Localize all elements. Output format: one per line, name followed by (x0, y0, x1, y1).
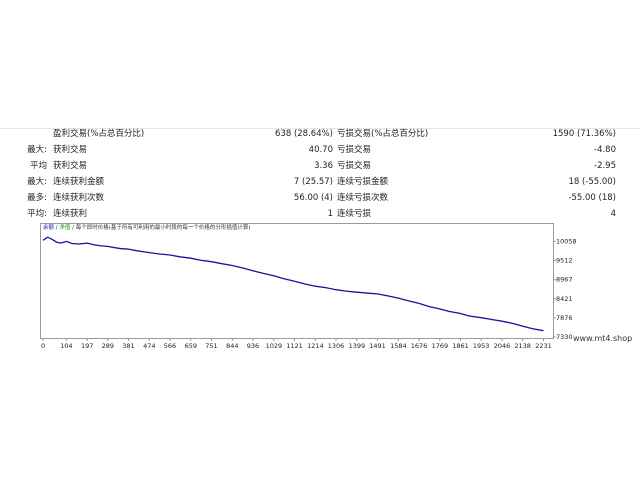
stats-label-right: 亏损交易 (337, 145, 372, 155)
stats-row-prefix: 最大: (27, 177, 47, 187)
watermark: www.mt4.shop (573, 334, 633, 343)
stats-label-left: 盈利交易(%占总百分比) (53, 129, 145, 139)
stats-value-right: -55.00 (18) (568, 193, 616, 203)
stats-row-prefix: 最大: (27, 145, 47, 155)
stats-label-left: 连续获利金额 (53, 177, 105, 187)
stats-value-left: 40.70 (308, 145, 333, 155)
stats-row: 最多: 连续获利次数 56.00 (4) 连续亏损次数 -55.00 (18) (0, 190, 640, 206)
stats-label-left: 连续获利 (53, 209, 88, 219)
balance-series-line (42, 236, 544, 332)
report-panel: 盈利交易(%占总百分比) 638 (28.64%) 亏损交易(%占总百分比) 1590… (0, 128, 640, 353)
y-tick-label: 7876 (556, 314, 573, 322)
x-tick-label: 844 (226, 342, 238, 350)
balance-chart: 余额 / 净值 / 每个即时价格(基于所有可利用的最小时段的每一个价格的分形插值… (40, 223, 577, 350)
x-tick-label: 1399 (349, 342, 366, 350)
x-tick-label: 1214 (307, 342, 324, 350)
x-tick-label: 1306 (328, 342, 345, 350)
x-tick-label: 1584 (390, 342, 407, 350)
stats-row: 平均 获利交易 3.36 亏损交易 -2.95 (0, 158, 640, 174)
x-tick-label: 659 (185, 342, 197, 350)
stats-label-right: 亏损交易(%占总百分比) (337, 129, 429, 139)
y-tick-label: 7330 (556, 333, 573, 341)
y-tick-label: 9512 (556, 257, 573, 265)
x-tick-label: 1491 (369, 342, 386, 350)
x-tick-label: 1769 (432, 342, 449, 350)
y-tick-label: 10058 (556, 237, 577, 245)
y-tick-label: 8967 (556, 276, 573, 284)
stats-label-left: 获利交易 (53, 145, 88, 155)
stats-row: 盈利交易(%占总百分比) 638 (28.64%) 亏损交易(%占总百分比) 1590… (0, 126, 640, 142)
x-tick-label: 381 (122, 342, 134, 350)
stats-row: 平均: 连续获利 1 连续亏损 4 (0, 206, 640, 222)
stats-row: 最大: 连续获利金额 7 (25.57) 连续亏损金额 18 (-55.00) (0, 174, 640, 190)
stats-row-prefix: 平均: (27, 209, 47, 219)
x-tick-label: 0 (41, 342, 45, 350)
stats-label-left: 获利交易 (53, 161, 88, 171)
x-tick-label: 1121 (286, 342, 303, 350)
stats-value-right: 4 (610, 209, 616, 219)
chart-plot-svg: 0 104 197 289 381 474 566 659 751 844 936 1029 1121 1… (41, 236, 577, 350)
stats-value-right: -2.95 (594, 161, 616, 171)
x-tick-label: 1676 (411, 342, 428, 350)
x-tick-label: 2046 (494, 342, 511, 350)
x-tick-label: 566 (164, 342, 176, 350)
stats-value-left: 7 (25.57) (293, 177, 333, 187)
stats-row-prefix: 平均 (29, 161, 47, 171)
stats-label-right: 亏损交易 (337, 161, 372, 171)
x-tick-label: 289 (102, 342, 114, 350)
stats-label-right: 连续亏损金额 (337, 177, 389, 187)
stats-value-left: 638 (28.64%) (275, 129, 333, 139)
x-tick-label: 751 (205, 342, 217, 350)
x-tick-label: 197 (81, 342, 93, 350)
stats-row-prefix: 最多: (27, 193, 47, 203)
x-tick-label: 2231 (535, 342, 552, 350)
x-tick-label: 1953 (473, 342, 490, 350)
stats-label-right: 连续亏损次数 (337, 193, 389, 203)
x-tick-label: 1861 (452, 342, 469, 350)
stats-value-left: 1 (327, 209, 333, 219)
stats-label-right: 连续亏损 (337, 209, 372, 219)
x-tick-label: 474 (143, 342, 155, 350)
stats-value-right: -4.80 (594, 145, 616, 155)
x-tick-label: 2138 (514, 342, 531, 350)
y-tick-label: 8421 (556, 295, 573, 303)
x-tick-label: 936 (247, 342, 259, 350)
stats-value-right: 1590 (71.36%) (552, 129, 616, 139)
stats-row: 最大: 获利交易 40.70 亏损交易 -4.80 (0, 142, 640, 158)
stats-value-right: 18 (-55.00) (568, 177, 616, 187)
stats-value-left: 56.00 (4) (293, 193, 333, 203)
stats-label-left: 连续获利次数 (53, 193, 105, 203)
stats-value-left: 3.36 (314, 161, 333, 171)
x-tick-label: 104 (60, 342, 72, 350)
x-tick-label: 1029 (266, 342, 283, 350)
